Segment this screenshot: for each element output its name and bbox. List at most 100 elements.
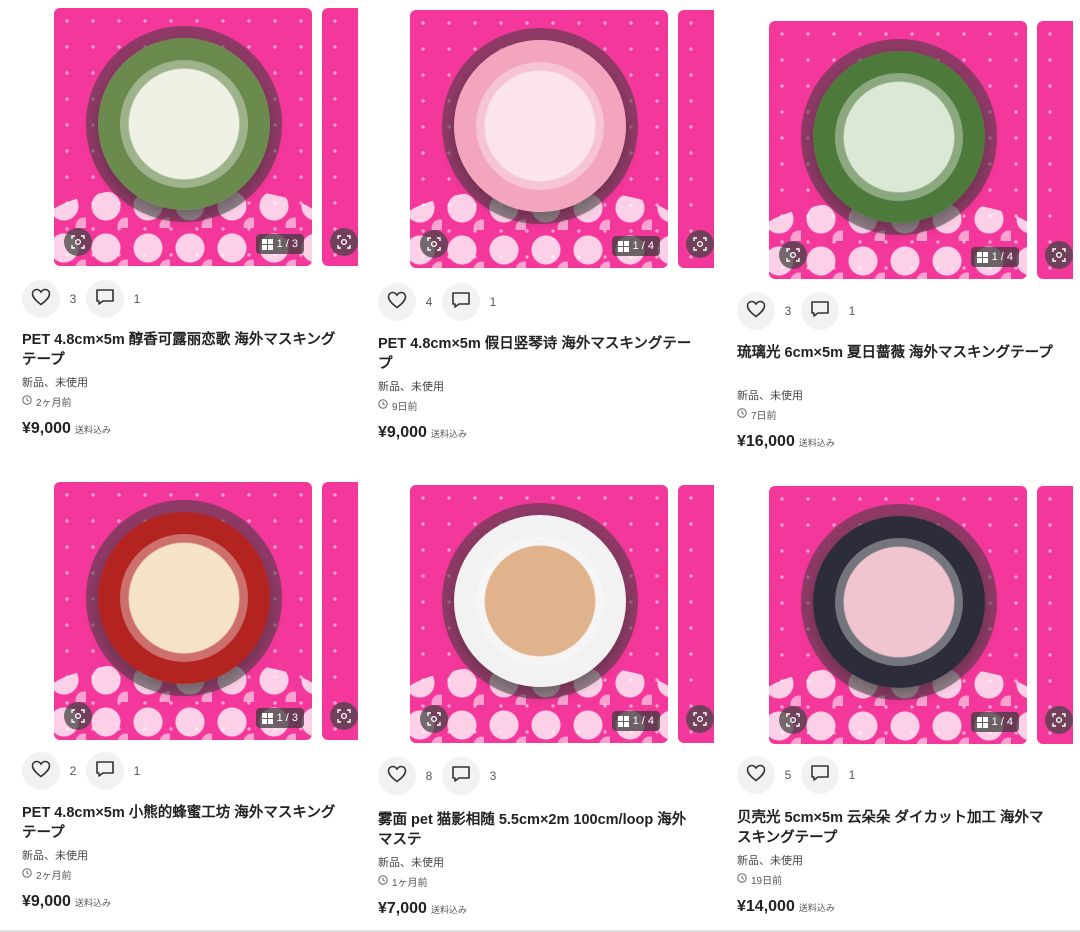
listing-title[interactable]: PET 4.8cm×5m 假日竖琴诗 海外マスキングテープ bbox=[378, 334, 698, 374]
like-count: 2 bbox=[69, 764, 77, 778]
image-search-icon[interactable] bbox=[420, 230, 448, 258]
image-counter: 1 / 4 bbox=[632, 715, 654, 727]
shipping-note: 送料込み bbox=[74, 898, 111, 908]
posted-time: 2ヶ月前 bbox=[22, 867, 72, 882]
heart-icon bbox=[746, 764, 766, 787]
next-photo-peek[interactable] bbox=[1037, 21, 1073, 279]
listing-title[interactable]: PET 4.8cm×5m 小熊的蜂蜜工坊 海外マスキングテープ bbox=[22, 803, 342, 843]
like-button[interactable] bbox=[22, 752, 60, 790]
comment-button[interactable] bbox=[442, 283, 480, 321]
comment-count: 1 bbox=[848, 768, 856, 782]
image-search-icon[interactable] bbox=[779, 706, 807, 734]
image-counter-badge: 1 / 3 bbox=[255, 708, 304, 728]
shipping-note: 送料込み bbox=[430, 905, 467, 915]
image-carousel[interactable]: 1 / 4 bbox=[410, 485, 750, 745]
listing-card[interactable]: 1 / 3 2 1 PET 4.8cm×5m 小熊的蜂蜜工坊 海外マスキングテー… bbox=[22, 482, 394, 910]
comment-button[interactable] bbox=[442, 757, 480, 795]
clock-icon bbox=[737, 873, 747, 886]
tape-roll bbox=[454, 40, 626, 212]
comment-button[interactable] bbox=[86, 752, 124, 790]
price-row: ¥9,000 送料込み bbox=[22, 420, 111, 438]
listing-title[interactable]: 贝壳光 5cm×5m 云朵朵 ダイカット加工 海外マスキングテープ bbox=[737, 808, 1057, 848]
image-counter-badge: 1 / 3 bbox=[255, 234, 304, 254]
gallery-icon bbox=[617, 715, 629, 727]
product-photo[interactable]: 1 / 4 bbox=[410, 485, 668, 743]
listing-card[interactable]: 1 / 4 8 3 雾面 pet 猫影相随 5.5cm×2m 100cm/loo… bbox=[378, 485, 750, 917]
image-carousel[interactable]: 1 / 3 bbox=[54, 8, 394, 268]
comment-button[interactable] bbox=[801, 756, 839, 794]
like-button[interactable] bbox=[378, 283, 416, 321]
tape-roll bbox=[813, 51, 985, 223]
comment-button[interactable] bbox=[86, 280, 124, 318]
image-search-icon[interactable] bbox=[64, 702, 92, 730]
price-row: ¥7,000 送料込み bbox=[378, 900, 467, 918]
product-photo[interactable]: 1 / 4 bbox=[769, 486, 1027, 744]
listing-title[interactable]: 雾面 pet 猫影相随 5.5cm×2m 100cm/loop 海外マステ bbox=[378, 810, 698, 850]
next-photo-peek[interactable] bbox=[1037, 486, 1073, 744]
product-photo[interactable]: 1 / 4 bbox=[410, 10, 668, 268]
comment-count: 1 bbox=[848, 304, 856, 318]
listing-actions: 3 1 bbox=[737, 292, 865, 330]
next-photo-peek[interactable] bbox=[678, 10, 714, 268]
image-carousel[interactable]: 1 / 4 bbox=[769, 486, 1080, 746]
price: ¥16,000 bbox=[737, 433, 795, 450]
listing-title[interactable]: PET 4.8cm×5m 醇香可露丽恋歌 海外マスキングテープ bbox=[22, 330, 342, 370]
posted-time: 2ヶ月前 bbox=[22, 394, 72, 409]
comment-button[interactable] bbox=[801, 292, 839, 330]
product-photo[interactable]: 1 / 3 bbox=[54, 8, 312, 266]
like-button[interactable] bbox=[737, 756, 775, 794]
listing-title[interactable]: 琉璃光 6cm×5m 夏日蔷薇 海外マスキングテープ bbox=[737, 343, 1057, 363]
comment-icon bbox=[451, 765, 471, 788]
image-search-icon[interactable] bbox=[420, 705, 448, 733]
next-photo-peek[interactable] bbox=[322, 482, 358, 740]
image-counter: 1 / 3 bbox=[276, 238, 298, 250]
item-condition: 新品、未使用 bbox=[737, 855, 803, 867]
image-counter: 1 / 4 bbox=[991, 251, 1013, 263]
listing-card[interactable]: 1 / 4 3 1 琉璃光 6cm×5m 夏日蔷薇 海外マスキングテープ 新品、… bbox=[737, 21, 1080, 450]
shipping-note: 送料込み bbox=[74, 425, 111, 435]
image-search-icon[interactable] bbox=[686, 705, 714, 733]
next-photo-peek[interactable] bbox=[322, 8, 358, 266]
image-carousel[interactable]: 1 / 4 bbox=[769, 21, 1080, 281]
tape-roll bbox=[98, 512, 270, 684]
tape-roll bbox=[813, 516, 985, 688]
posted-ago: 9日前 bbox=[392, 402, 418, 413]
heart-icon bbox=[387, 291, 407, 314]
comment-icon bbox=[451, 291, 471, 314]
image-search-icon[interactable] bbox=[64, 228, 92, 256]
image-counter: 1 / 4 bbox=[991, 716, 1013, 728]
listing-card[interactable]: 1 / 4 4 1 PET 4.8cm×5m 假日竖琴诗 海外マスキングテープ … bbox=[378, 10, 750, 441]
posted-time: 7日前 bbox=[737, 407, 777, 422]
clock-icon bbox=[737, 408, 747, 421]
listing-card[interactable]: 1 / 3 3 1 PET 4.8cm×5m 醇香可露丽恋歌 海外マスキングテー… bbox=[22, 8, 394, 437]
image-search-icon[interactable] bbox=[779, 241, 807, 269]
price: ¥9,000 bbox=[378, 424, 427, 441]
image-carousel[interactable]: 1 / 4 bbox=[410, 10, 750, 270]
like-button[interactable] bbox=[22, 280, 60, 318]
posted-time: 19日前 bbox=[737, 872, 782, 887]
image-carousel[interactable]: 1 / 3 bbox=[54, 482, 394, 742]
listing-card[interactable]: 1 / 4 5 1 贝壳光 5cm×5m 云朵朵 ダイカット加工 海外マスキング… bbox=[737, 486, 1080, 915]
image-search-icon[interactable] bbox=[330, 228, 358, 256]
posted-ago: 19日前 bbox=[751, 876, 783, 887]
tape-roll bbox=[98, 38, 270, 210]
next-photo-peek[interactable] bbox=[678, 485, 714, 743]
heart-icon bbox=[31, 760, 51, 783]
posted-ago: 2ヶ月前 bbox=[36, 871, 72, 882]
image-counter-badge: 1 / 4 bbox=[970, 712, 1019, 732]
comment-count: 3 bbox=[489, 769, 497, 783]
image-search-icon[interactable] bbox=[330, 702, 358, 730]
heart-icon bbox=[387, 765, 407, 788]
gallery-icon bbox=[261, 712, 273, 724]
comment-count: 1 bbox=[133, 764, 141, 778]
image-search-icon[interactable] bbox=[1045, 241, 1073, 269]
product-photo[interactable]: 1 / 3 bbox=[54, 482, 312, 740]
like-button[interactable] bbox=[378, 757, 416, 795]
listing-actions: 5 1 bbox=[737, 756, 865, 794]
image-search-icon[interactable] bbox=[1045, 706, 1073, 734]
item-condition: 新品、未使用 bbox=[378, 857, 444, 869]
like-button[interactable] bbox=[737, 292, 775, 330]
product-photo[interactable]: 1 / 4 bbox=[769, 21, 1027, 279]
image-search-icon[interactable] bbox=[686, 230, 714, 258]
posted-time: 9日前 bbox=[378, 398, 418, 413]
